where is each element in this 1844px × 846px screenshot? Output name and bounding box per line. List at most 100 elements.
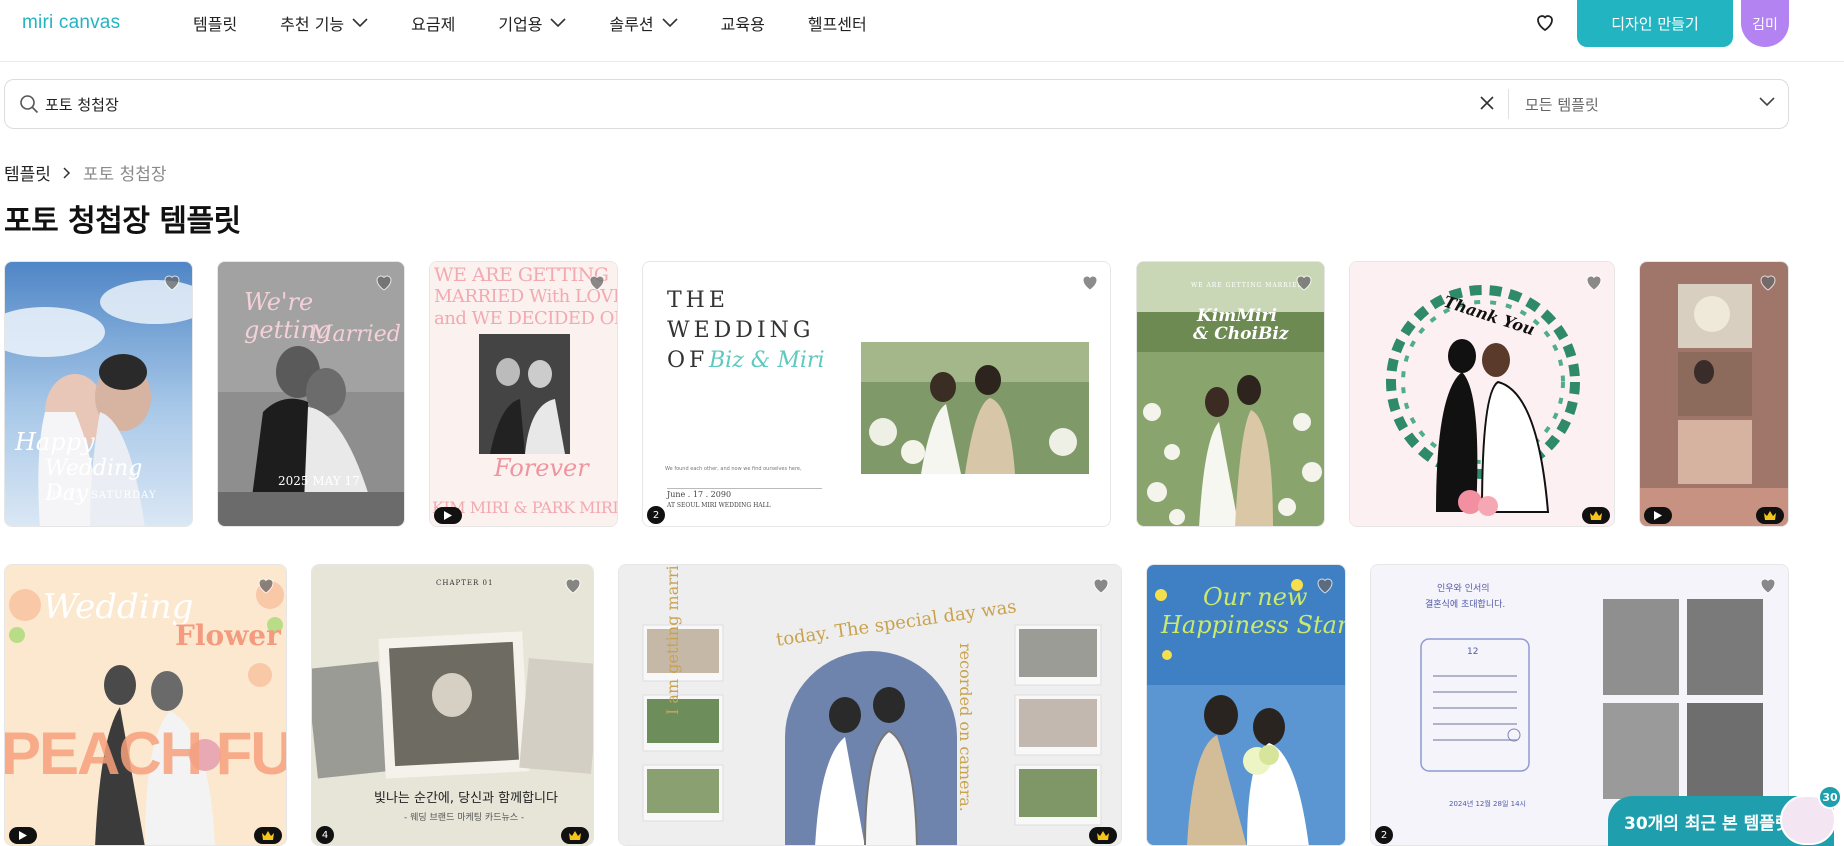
card-text: Forever (494, 454, 589, 482)
breadcrumb: 템플릿 포토 청첩장 (4, 160, 167, 185)
card-text: Happy (15, 428, 95, 456)
card-text: CHAPTER 01 (436, 579, 494, 587)
card-text: WE ARE GETTING (434, 264, 609, 286)
nav-item-help[interactable]: 헬프센터 (808, 12, 867, 34)
search-divider (1508, 89, 1509, 119)
card-text: 2025 MAY 17 (278, 474, 360, 488)
card-text: THE (667, 288, 729, 313)
nav-item-business[interactable]: 기업용 (498, 12, 567, 34)
heart-icon[interactable] (1756, 573, 1780, 597)
video-badge (9, 827, 37, 844)
search-bar: 모든 템플릿 (4, 79, 1789, 129)
template-thumbnail (1137, 262, 1324, 526)
premium-badge (1756, 507, 1784, 524)
template-card[interactable]: We're getting Married 2025 MAY 17 (217, 261, 405, 527)
close-icon[interactable] (1479, 95, 1495, 111)
heart-icon[interactable] (561, 573, 585, 597)
card-text: WE ARE GETTING MARRIED (1191, 282, 1304, 289)
template-thumbnail (1640, 262, 1788, 526)
crown-icon (262, 831, 274, 840)
card-decoration: We found each other, and now we find our… (665, 466, 802, 472)
chevron-down-icon (352, 18, 368, 28)
play-icon (444, 511, 452, 520)
heart-icon[interactable] (585, 270, 609, 294)
nav-item-pricing[interactable]: 요금제 (411, 12, 455, 34)
crown-icon (569, 831, 581, 840)
recent-count-badge: 30 (1818, 785, 1842, 809)
card-text: 2024년 12월 28일 14시 (1449, 800, 1526, 808)
play-icon (1654, 511, 1662, 520)
template-card[interactable]: CHAPTER 01 빛나는 순간에, 당신과 함께합니다 - 웨딩 브랜드 마… (311, 564, 594, 846)
template-card[interactable]: WE ARE GETTING MARRIED KimMiri & ChoiBiz (1136, 261, 1325, 527)
premium-badge (1089, 827, 1117, 844)
page-count-badge: 2 (647, 506, 665, 524)
heart-icon[interactable] (1078, 270, 1102, 294)
heart-icon[interactable] (254, 573, 278, 597)
premium-badge (1582, 507, 1610, 524)
card-text: recorded on camera. (956, 643, 975, 812)
crown-icon (1590, 511, 1602, 520)
card-text: Married (310, 322, 401, 347)
template-card[interactable]: Happy Wedding Day 05.17. SATURDAY (4, 261, 193, 527)
breadcrumb-current: 포토 청첩장 (82, 165, 167, 185)
template-card[interactable]: today. The special day was I am getting … (618, 564, 1122, 846)
nav-item-templates[interactable]: 템플릿 (193, 12, 237, 34)
card-text: and WE DECIDED ON (434, 308, 618, 329)
nav-item-label: 요금제 (411, 15, 456, 34)
card-text: 인우와 인서의 (1437, 584, 1490, 594)
search-input[interactable] (45, 92, 1465, 116)
play-icon (19, 831, 27, 840)
nav-item-solutions[interactable]: 솔루션 (609, 12, 678, 34)
card-text: WEDDING (667, 318, 815, 343)
heart-icon[interactable] (1313, 573, 1337, 597)
template-thumbnail (1350, 262, 1614, 526)
card-text: I am getting married (663, 564, 682, 715)
card-text: Our new (1203, 583, 1308, 611)
crown-icon (1764, 511, 1776, 520)
nav-item-label: 기업용 (498, 15, 543, 34)
heart-icon[interactable] (1756, 270, 1780, 294)
nav-item-label: 추천 기능 (280, 15, 345, 34)
heart-icon[interactable] (160, 270, 184, 294)
template-card[interactable]: WE ARE GETTING MARRIED With LOVE and WE … (429, 261, 618, 527)
nav-item-education[interactable]: 교육용 (721, 12, 765, 34)
nav-menu: 템플릿 추천 기능 요금제 기업용 솔루션 교육용 헬프센터 (193, 12, 910, 34)
card-text: 05.17. SATURDAY (49, 490, 157, 501)
nav-item-label: 템플릿 (193, 15, 238, 34)
template-thumbnail (619, 565, 1121, 845)
template-filter-select[interactable]: 모든 템플릿 (1525, 94, 1599, 115)
crown-icon (1097, 831, 1109, 840)
card-text: Wedding (43, 587, 194, 627)
nav-item-features[interactable]: 추천 기능 (280, 12, 368, 34)
heart-icon[interactable] (372, 270, 396, 294)
heart-icon[interactable] (1089, 573, 1113, 597)
heart-icon[interactable] (1582, 270, 1606, 294)
template-card[interactable] (1639, 261, 1789, 527)
card-text: PEACH FUZZ (4, 720, 287, 787)
heart-icon[interactable] (1292, 270, 1316, 294)
chevron-down-icon (662, 18, 678, 28)
template-card[interactable]: Wedding Flower PEACH FUZZ (4, 564, 287, 846)
card-text: 빛나는 순간에, 당신과 함께합니다 (374, 791, 558, 806)
card-text: Happiness Start (1161, 611, 1346, 639)
video-badge (1644, 507, 1672, 524)
heart-icon[interactable] (1533, 10, 1557, 34)
template-card[interactable]: Our new Happiness Start (1146, 564, 1346, 846)
nav-item-label: 헬프센터 (807, 15, 867, 34)
card-text: - 웨딩 브랜드 마케팅 카드뉴스 - (404, 813, 525, 823)
create-design-button[interactable]: 디자인 만들기 (1577, 0, 1733, 47)
card-text: Flower (175, 619, 281, 652)
card-text: June . 17 . 2090 (667, 490, 732, 499)
premium-badge (561, 827, 589, 844)
card-text: AT SEOUL MIRI WEDDING HALL (667, 502, 771, 509)
page-count-badge: 2 (1375, 826, 1393, 844)
template-card[interactable]: Thank You (1349, 261, 1615, 527)
logo[interactable]: miri canvas (22, 12, 120, 34)
card-text: KimMiri (1197, 306, 1277, 326)
avatar[interactable]: 김미 (1741, 0, 1789, 47)
chevron-down-icon[interactable] (1759, 97, 1775, 107)
template-card[interactable]: We found each other, and now we find our… (642, 261, 1111, 527)
breadcrumb-root[interactable]: 템플릿 (4, 160, 51, 185)
premium-badge (254, 827, 282, 844)
chevron-right-icon (63, 166, 70, 179)
